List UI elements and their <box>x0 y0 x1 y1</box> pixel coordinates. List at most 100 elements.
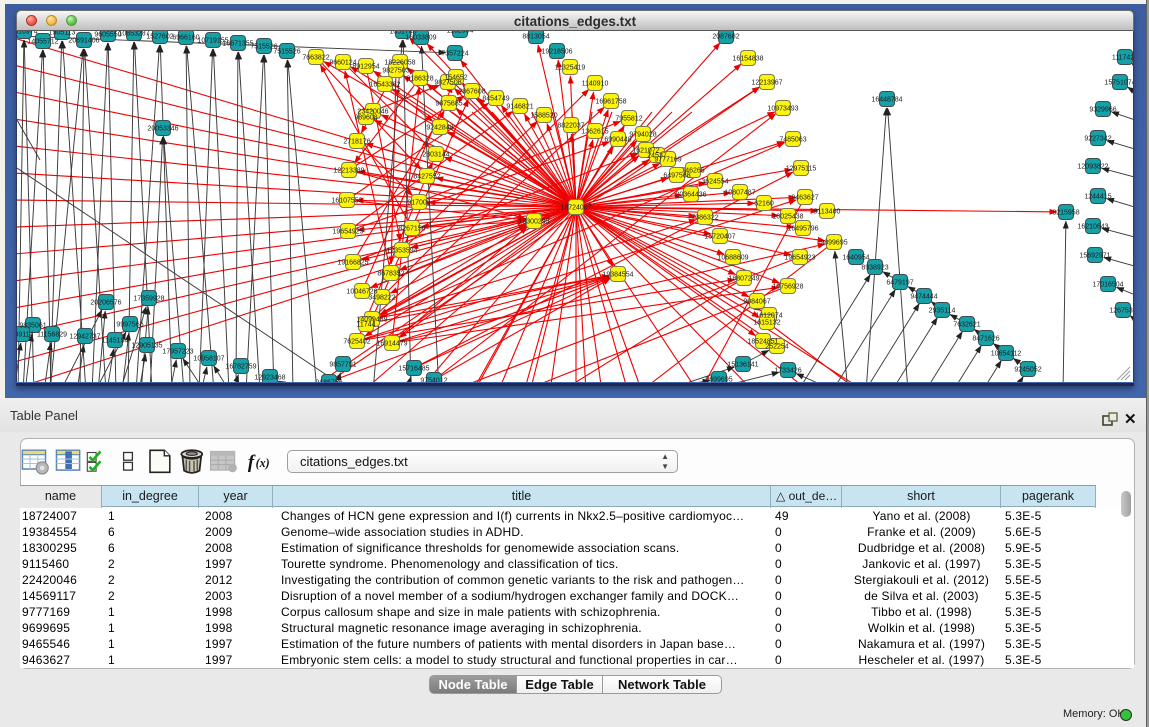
svg-text:16154838: 16154838 <box>732 56 763 63</box>
svg-text:16495796: 16495796 <box>787 226 818 233</box>
svg-text:12213967: 12213967 <box>751 80 782 87</box>
svg-text:16033809: 16033809 <box>405 35 436 42</box>
svg-text:6479197: 6479197 <box>886 280 913 287</box>
svg-text:10853287: 10853287 <box>118 31 149 38</box>
svg-text:1527602: 1527602 <box>146 34 173 41</box>
svg-text:154652: 154652 <box>444 75 467 82</box>
svg-text:12353594: 12353594 <box>386 248 417 255</box>
svg-text:989608: 989608 <box>354 115 377 122</box>
svg-text:19654923: 19654923 <box>784 255 815 262</box>
svg-text:1640954: 1640954 <box>842 255 869 262</box>
svg-text:16543382: 16543382 <box>369 82 400 89</box>
svg-text:(x): (x) <box>256 456 270 470</box>
svg-text:16782759: 16782759 <box>225 364 256 371</box>
svg-text:16107553: 16107553 <box>331 198 362 205</box>
svg-text:252254: 252254 <box>765 344 788 351</box>
svg-text:917006: 917006 <box>407 200 430 207</box>
svg-text:8678352: 8678352 <box>377 271 404 278</box>
svg-text:2867608: 2867608 <box>458 89 485 96</box>
svg-text:15692971: 15692971 <box>1079 253 1110 260</box>
svg-text:3624554: 3624554 <box>701 179 728 186</box>
svg-text:7515526: 7515526 <box>273 49 300 56</box>
svg-text:19218506: 19218506 <box>541 49 572 56</box>
svg-text:2935114: 2935114 <box>929 308 956 315</box>
svg-text:8938923: 8938923 <box>861 265 888 272</box>
svg-text:7357224: 7357224 <box>441 51 468 58</box>
svg-text:1145194: 1145194 <box>102 338 129 345</box>
svg-text:11325419: 11325419 <box>555 65 586 72</box>
svg-text:1615132: 1615132 <box>753 320 780 327</box>
svg-text:8813054: 8813054 <box>522 34 549 41</box>
svg-text:1267533: 1267533 <box>1109 308 1133 315</box>
svg-text:9777169: 9777169 <box>654 157 681 164</box>
svg-text:9084067: 9084067 <box>743 299 770 306</box>
svg-text:7632621: 7632621 <box>953 322 980 329</box>
svg-text:9835061: 9835061 <box>19 323 46 330</box>
svg-text:19654925: 19654925 <box>332 229 363 236</box>
svg-text:15720407: 15720407 <box>704 234 735 241</box>
svg-text:9827503: 9827503 <box>382 68 409 75</box>
svg-text:8316974: 8316974 <box>17 31 38 36</box>
svg-text:9186756: 9186756 <box>315 380 342 383</box>
svg-text:17957223: 17957223 <box>162 349 193 356</box>
svg-text:10688609: 10688609 <box>717 255 748 262</box>
svg-text:16914479: 16914479 <box>376 341 407 348</box>
svg-text:8215958: 8215958 <box>1052 210 1079 217</box>
svg-text:18300295: 18300295 <box>518 219 549 226</box>
svg-text:1612074: 1612074 <box>755 313 782 320</box>
svg-text:10654112: 10654112 <box>991 351 1022 358</box>
svg-text:8912954: 8912954 <box>352 64 379 71</box>
svg-text:18226058: 18226058 <box>384 60 415 67</box>
svg-text:15751074: 15751074 <box>1104 80 1133 87</box>
svg-text:8427552: 8427552 <box>413 174 440 181</box>
svg-text:16671355: 16671355 <box>222 41 253 48</box>
svg-text:1117425: 1117425 <box>1112 55 1133 62</box>
svg-text:11156829: 11156829 <box>37 332 67 339</box>
svg-text:9875685: 9875685 <box>435 101 462 108</box>
svg-text:9474444: 9474444 <box>910 294 937 301</box>
svg-text:18724007: 18724007 <box>560 205 591 212</box>
svg-text:1733426: 1733426 <box>774 368 801 375</box>
svg-text:9113460: 9113460 <box>814 209 841 216</box>
svg-text:7663822: 7663822 <box>302 55 329 62</box>
svg-text:1905113: 1905113 <box>49 31 76 37</box>
svg-text:1140910: 1140910 <box>582 81 609 88</box>
svg-text:9997566: 9997566 <box>116 322 143 329</box>
svg-text:14055712: 14055712 <box>27 39 58 46</box>
svg-text:12975115: 12975115 <box>786 166 817 173</box>
svg-text:7386322: 7386322 <box>691 215 718 222</box>
svg-text:8454749: 8454749 <box>482 96 509 103</box>
svg-text:20364436: 20364436 <box>675 192 706 199</box>
svg-text:15716485: 15716485 <box>398 366 429 373</box>
svg-text:9242848: 9242848 <box>426 125 453 132</box>
svg-text:9899695: 9899695 <box>820 240 847 247</box>
svg-text:19384554: 19384554 <box>602 272 633 279</box>
svg-text:17016504: 17016504 <box>1092 282 1123 289</box>
svg-text:9245052: 9245052 <box>1014 367 1041 374</box>
svg-text:20691406: 20691406 <box>68 38 99 45</box>
svg-text:10025438: 10025438 <box>772 214 803 221</box>
svg-text:9146821: 9146821 <box>506 104 533 111</box>
svg-text:9463627: 9463627 <box>791 195 818 202</box>
svg-text:8471626: 8471626 <box>972 336 999 343</box>
svg-text:7625402: 7625402 <box>343 339 370 346</box>
svg-text:8267150: 8267150 <box>398 226 425 233</box>
svg-text:9329966: 9329966 <box>1089 107 1116 114</box>
svg-text:16961758: 16961758 <box>595 99 626 106</box>
svg-text:9794028: 9794028 <box>629 132 656 139</box>
svg-text:10958107: 10958107 <box>193 356 224 363</box>
svg-text:6990448: 6990448 <box>604 137 631 144</box>
svg-text:10807487: 10807487 <box>724 190 755 197</box>
svg-text:2718176: 2718176 <box>343 139 370 146</box>
svg-text:19756928: 19756928 <box>772 284 803 291</box>
svg-text:9227342: 9227342 <box>1084 136 1111 143</box>
svg-text:12923468: 12923468 <box>254 375 285 382</box>
svg-text:1244415: 1244415 <box>1084 194 1111 201</box>
svg-text:939114: 939114 <box>17 332 34 339</box>
svg-text:7955812: 7955812 <box>615 116 642 123</box>
svg-text:9857791: 9857791 <box>329 362 356 369</box>
svg-text:16448784: 16448784 <box>871 97 902 104</box>
svg-text:12093822: 12093822 <box>1077 164 1108 171</box>
svg-text:7485063: 7485063 <box>779 137 806 144</box>
svg-text:11744: 11744 <box>357 322 376 329</box>
